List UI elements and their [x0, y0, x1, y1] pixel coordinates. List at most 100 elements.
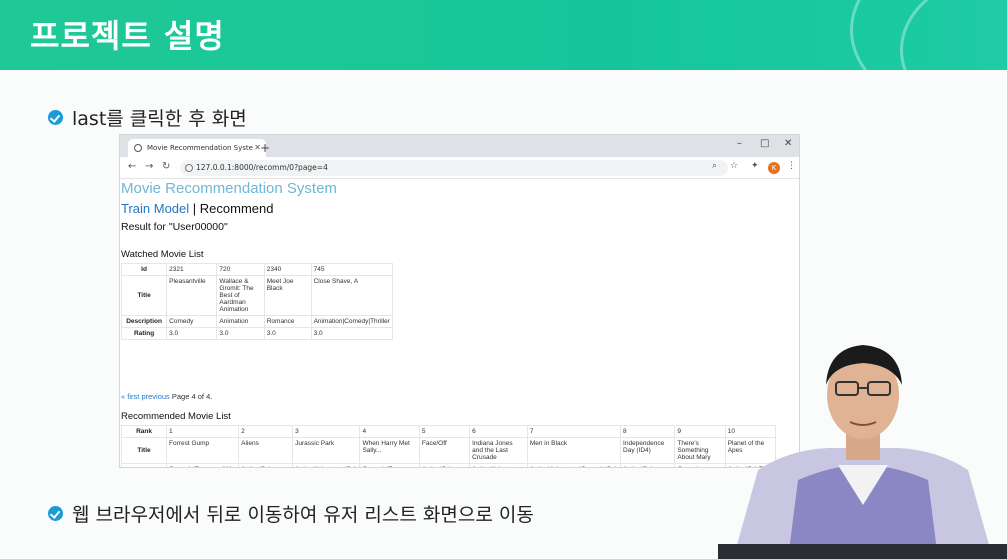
- slide-header: 프로젝트 설명: [0, 0, 1007, 70]
- tab-title: Movie Recommendation Syste: [147, 144, 253, 152]
- browser-tab[interactable]: Movie Recommendation Syste ✕: [128, 139, 266, 157]
- slide-title: 프로젝트 설명: [30, 17, 225, 55]
- recommend-label: Recommend: [199, 201, 274, 216]
- globe-icon: [134, 144, 142, 152]
- extensions-icon[interactable]: ✦: [751, 161, 759, 171]
- web-page: Movie Recommendation System Train Model …: [120, 179, 799, 467]
- check-icon: [48, 506, 63, 521]
- table-row: Title Forrest Gump Aliens Jurassic Park When…: [120, 437, 777, 464]
- table-cell: Comedy|Romance: [359, 463, 420, 467]
- table-row: Id 2321 720 2340 745: [120, 263, 394, 276]
- table-cell: Action|Sci-Fi|War: [620, 463, 676, 467]
- pager: « first previous Page 4 of 4.: [121, 392, 212, 401]
- first-page-link[interactable]: « first: [121, 392, 139, 401]
- result-label: Result for "User00000": [121, 221, 228, 233]
- star-icon[interactable]: ☆: [730, 161, 738, 171]
- zoom-icon[interactable]: ⌕: [712, 161, 717, 171]
- table-cell: Romance: [263, 315, 312, 328]
- table-row: Title Pleasantville Wallace & Gromit: The …: [120, 275, 394, 316]
- nav-separator: |: [189, 201, 200, 216]
- table-cell: Men in Black: [526, 437, 622, 464]
- table-cell: Action|Sci-Fi|Thriller: [418, 463, 471, 467]
- table-cell: Wallace & Gromit: The Best of Aardman An…: [216, 275, 265, 316]
- page-heading: Movie Recommendation System: [121, 180, 337, 197]
- table-row: Rating 3.0 3.0 3.0 3.0: [120, 327, 394, 340]
- table-row: Description Comedy Animation Romance Animati…: [120, 315, 394, 328]
- page-info: Page 4 of 4.: [169, 392, 213, 401]
- table-cell: 2: [238, 425, 294, 438]
- table-cell: Comedy: [166, 315, 218, 328]
- table-cell: Indiana Jones and the Last Crusade: [469, 437, 528, 464]
- tab-strip: Movie Recommendation Syste ✕ + – □ ✕: [120, 135, 799, 157]
- row-header: Description: [120, 463, 168, 467]
- info-icon[interactable]: [185, 164, 193, 172]
- table-cell: Independence Day (ID4): [620, 437, 676, 464]
- table-cell: Action|Adventure|Comedy|Sci-Fi: [526, 463, 622, 467]
- maximize-button[interactable]: □: [760, 138, 769, 149]
- table-cell: Close Shave, A: [310, 275, 394, 316]
- table-cell: 3: [292, 425, 361, 438]
- minimize-button[interactable]: –: [737, 138, 742, 149]
- row-header: Title: [120, 275, 168, 316]
- table-cell: 3.0: [263, 327, 312, 340]
- row-header: Description: [120, 315, 168, 328]
- table-cell: Pleasantville: [166, 275, 218, 316]
- table-cell: Forrest Gump: [166, 437, 240, 464]
- table-cell: 2321: [166, 263, 218, 276]
- row-header: Id: [120, 263, 168, 276]
- watched-list-title: Watched Movie List: [121, 249, 204, 260]
- table-cell: 720: [216, 263, 265, 276]
- bullet-2-text: 웹 브라우저에서 뒤로 이동하여 유저 리스트 화면으로 이동: [72, 504, 534, 526]
- profile-avatar[interactable]: K: [768, 162, 780, 174]
- url-text: 127.0.0.1:8000/recomm/0?page=4: [196, 163, 328, 172]
- table-row: DescriptionComedy|Romance|WarAction|Sci-…: [120, 463, 777, 467]
- back-icon[interactable]: ←: [128, 161, 136, 172]
- page-nav: Train Model | Recommend: [121, 201, 273, 216]
- bullet-2: 웹 브라우저에서 뒤로 이동하여 유저 리스트 화면으로 이동: [48, 500, 534, 527]
- table-cell: 3.0: [216, 327, 265, 340]
- train-model-link[interactable]: Train Model: [121, 201, 189, 216]
- table-cell: Face/Off: [418, 437, 471, 464]
- table-cell: 1: [166, 425, 240, 438]
- table-cell: 6: [469, 425, 528, 438]
- browser-window: Movie Recommendation Syste ✕ + – □ ✕ ← →…: [119, 134, 800, 468]
- row-header: Title: [120, 437, 168, 464]
- table-cell: 745: [310, 263, 394, 276]
- table-cell: 7: [526, 425, 622, 438]
- check-icon: [48, 110, 63, 125]
- forward-icon[interactable]: →: [145, 161, 153, 172]
- table-cell: Action|Sci-Fi|Thriller|War: [238, 463, 294, 467]
- table-cell: 8: [620, 425, 676, 438]
- table-cell: Meet Joe Black: [263, 275, 312, 316]
- table-row: Rank 1 2 3 4 5 6 7 8 9 10: [120, 425, 777, 438]
- new-tab-button[interactable]: +: [260, 141, 270, 155]
- menu-icon[interactable]: ⋮: [787, 161, 796, 171]
- recommended-movie-table: Rank 1 2 3 4 5 6 7 8 9 10 Title Forrest Gump Aliens Ju…: [120, 425, 777, 467]
- table-cell: Animation|Comedy|Thriller: [310, 315, 394, 328]
- header-decoration: [900, 0, 1007, 70]
- table-cell: Aliens: [238, 437, 294, 464]
- table-cell: 2340: [263, 263, 312, 276]
- table-cell: Comedy|Romance|War: [166, 463, 240, 467]
- table-cell: 5: [418, 425, 471, 438]
- previous-page-link[interactable]: previous: [141, 392, 169, 401]
- table-cell: When Harry Met Sally...: [359, 437, 420, 464]
- address-bar-row: ← → ↻ 127.0.0.1:8000/recomm/0?page=4 ⌕ ☆…: [120, 157, 799, 179]
- url-input[interactable]: 127.0.0.1:8000/recomm/0?page=4: [180, 160, 728, 176]
- table-cell: Jurassic Park: [292, 437, 361, 464]
- reload-icon[interactable]: ↻: [162, 161, 170, 172]
- table-cell: 3.0: [166, 327, 218, 340]
- row-header: Rating: [120, 327, 168, 340]
- table-cell: Action|Adventure: [469, 463, 528, 467]
- presenter-video: [718, 345, 1007, 559]
- bullet-1-text: last를 클릭한 후 화면: [72, 108, 247, 130]
- table-cell: 4: [359, 425, 420, 438]
- watched-movie-table: Id 2321 720 2340 745 Title Pleasantville Wallac…: [120, 263, 394, 340]
- close-window-button[interactable]: ✕: [784, 138, 792, 149]
- recommended-list-title: Recommended Movie List: [121, 411, 231, 422]
- lecture-slide: 프로젝트 설명 last를 클릭한 후 화면 Movie Recommendat…: [0, 0, 1007, 559]
- table-cell: Animation: [216, 315, 265, 328]
- table-cell: 3.0: [310, 327, 394, 340]
- table-cell: Action|Adventure|Sci-Fi: [292, 463, 361, 467]
- bullet-1: last를 클릭한 후 화면: [48, 104, 247, 131]
